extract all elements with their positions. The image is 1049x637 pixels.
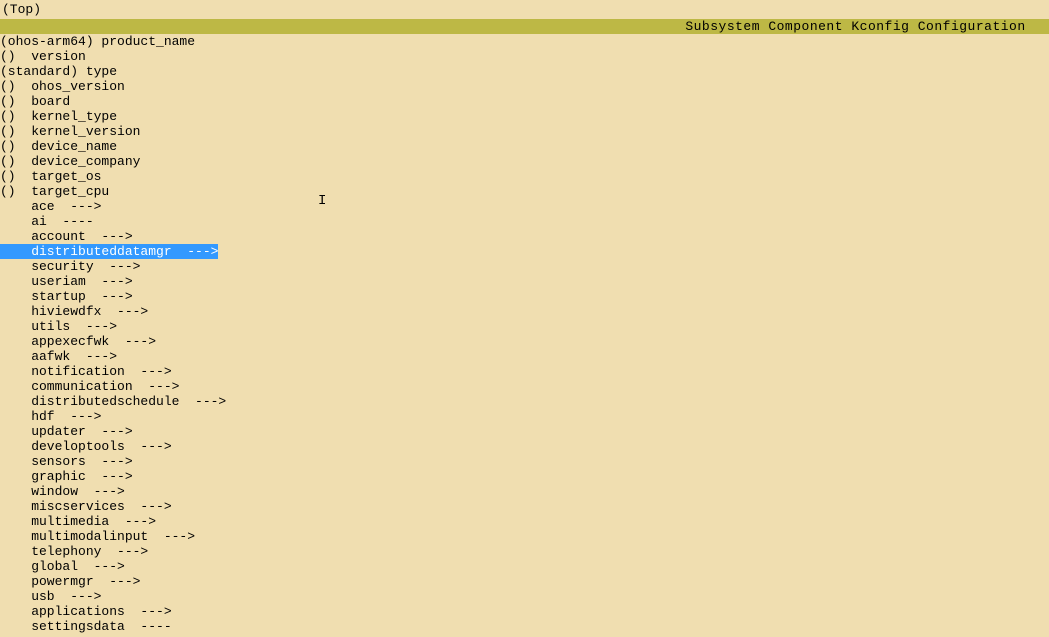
menu-item-graphic[interactable]: graphic --->	[0, 469, 1049, 484]
title-text: Subsystem Component Kconfig Configuratio…	[23, 19, 1025, 34]
menu-item-ai[interactable]: ai ----	[0, 214, 1049, 229]
menu-item-account[interactable]: account --->	[0, 229, 1049, 244]
menu-item-powermgr[interactable]: powermgr --->	[0, 574, 1049, 589]
menu-item-ace[interactable]: ace --->	[0, 199, 1049, 214]
selected-item[interactable]: distributeddatamgr --->	[0, 244, 218, 259]
menu-item-product_name[interactable]: (ohos-arm64) product_name	[0, 34, 1049, 49]
top-indicator: (Top)	[0, 0, 1049, 19]
menu-item-updater[interactable]: updater --->	[0, 424, 1049, 439]
menu-item-communication[interactable]: communication --->	[0, 379, 1049, 394]
menu-item-applications[interactable]: applications --->	[0, 604, 1049, 619]
title-bar: Subsystem Component Kconfig Configuratio…	[0, 19, 1049, 34]
menu-item-miscservices[interactable]: miscservices --->	[0, 499, 1049, 514]
menu-item-startup[interactable]: startup --->	[0, 289, 1049, 304]
menu-item-device_name[interactable]: () device_name	[0, 139, 1049, 154]
menu-item-type[interactable]: (standard) type	[0, 64, 1049, 79]
menu-item-developtools[interactable]: developtools --->	[0, 439, 1049, 454]
menu-item-board[interactable]: () board	[0, 94, 1049, 109]
menu-item-multimodalinput[interactable]: multimodalinput --->	[0, 529, 1049, 544]
menu-item-useriam[interactable]: useriam --->	[0, 274, 1049, 289]
menu-item-version[interactable]: () version	[0, 49, 1049, 64]
menu-item-window[interactable]: window --->	[0, 484, 1049, 499]
menu-item-telephony[interactable]: telephony --->	[0, 544, 1049, 559]
menu-item-sensors[interactable]: sensors --->	[0, 454, 1049, 469]
menu-item-device_company[interactable]: () device_company	[0, 154, 1049, 169]
menu-item-multimedia[interactable]: multimedia --->	[0, 514, 1049, 529]
menu-item-settingsdata[interactable]: settingsdata ----	[0, 619, 1049, 634]
menu-item-distributedschedule[interactable]: distributedschedule --->	[0, 394, 1049, 409]
menu-content[interactable]: (ohos-arm64) product_name() version(stan…	[0, 34, 1049, 634]
menu-item-target_os[interactable]: () target_os	[0, 169, 1049, 184]
menu-item-target_cpu[interactable]: () target_cpu	[0, 184, 1049, 199]
menu-item-security[interactable]: security --->	[0, 259, 1049, 274]
menu-item-aafwk[interactable]: aafwk --->	[0, 349, 1049, 364]
menu-item-ohos_version[interactable]: () ohos_version	[0, 79, 1049, 94]
menu-item-appexecfwk[interactable]: appexecfwk --->	[0, 334, 1049, 349]
menu-item-utils[interactable]: utils --->	[0, 319, 1049, 334]
menu-item-hdf[interactable]: hdf --->	[0, 409, 1049, 424]
menu-item-hiviewdfx[interactable]: hiviewdfx --->	[0, 304, 1049, 319]
menu-item-kernel_version[interactable]: () kernel_version	[0, 124, 1049, 139]
menu-item-kernel_type[interactable]: () kernel_type	[0, 109, 1049, 124]
top-label: (Top)	[2, 2, 41, 17]
menu-item-usb[interactable]: usb --->	[0, 589, 1049, 604]
menu-item-global[interactable]: global --->	[0, 559, 1049, 574]
menu-item-notification[interactable]: notification --->	[0, 364, 1049, 379]
menu-item-distributeddatamgr[interactable]: distributeddatamgr --->	[0, 244, 1049, 259]
